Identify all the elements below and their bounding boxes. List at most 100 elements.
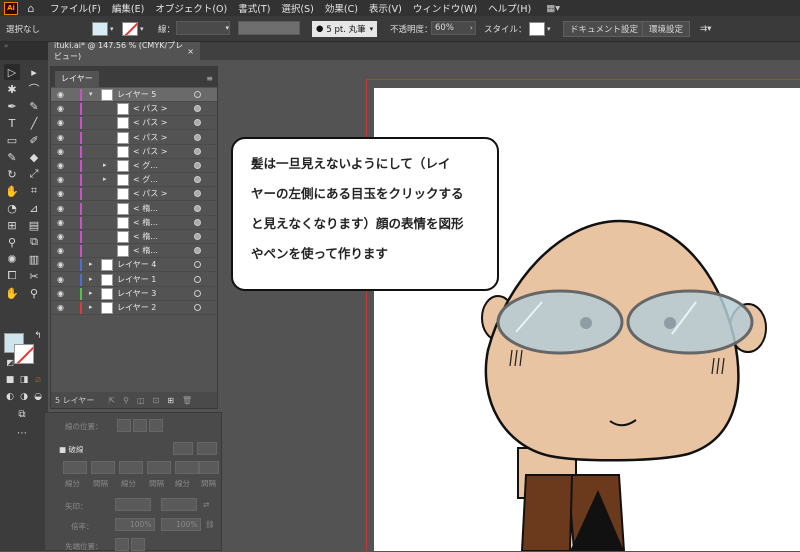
target-circle-icon[interactable] xyxy=(194,218,201,226)
layer-row[interactable]: ◉ ▸ レイヤー 2 xyxy=(51,301,217,315)
visibility-eye-icon[interactable]: ◉ xyxy=(57,90,64,99)
close-tab-icon[interactable]: × xyxy=(187,47,194,56)
target-circle-icon[interactable] xyxy=(194,162,201,169)
new-layer-icon[interactable]: ⊞ xyxy=(167,396,174,405)
direct-selection-tool-icon[interactable]: ▸ xyxy=(26,64,42,80)
gap-input-1[interactable] xyxy=(91,461,115,474)
visibility-eye-icon[interactable]: ◉ xyxy=(57,260,64,269)
swap-arrowheads-icon[interactable]: ⇄ xyxy=(203,500,209,509)
dashed-line-checkbox[interactable]: ■ 破線 xyxy=(59,444,83,455)
column-graph-tool-icon[interactable]: ▥ xyxy=(26,251,42,267)
clipping-mask-icon[interactable]: ◫ xyxy=(137,396,145,405)
layer-row[interactable]: ◉ < パス > xyxy=(51,131,217,145)
expand-arrow-icon[interactable]: ▸ xyxy=(89,289,93,297)
layer-row[interactable]: ◉ < パス > xyxy=(51,116,217,131)
tip-extend-button[interactable] xyxy=(115,538,129,551)
target-circle-icon[interactable] xyxy=(194,247,201,255)
layer-row[interactable]: ◉ ▸ < グ... xyxy=(51,159,217,173)
expand-arrow-icon[interactable]: ▸ xyxy=(103,175,107,183)
more-tools-icon[interactable]: ⋯ xyxy=(14,425,30,441)
menu-view[interactable]: 表示(V) xyxy=(369,1,402,15)
collapse-arrow-icon[interactable]: ▾ xyxy=(89,90,93,98)
gradient-tool-icon[interactable]: ▤ xyxy=(26,217,42,233)
document-setup-button[interactable]: ドキュメント設定 xyxy=(563,21,646,37)
target-circle-icon[interactable] xyxy=(194,261,201,269)
default-colors-icon[interactable]: ◩ xyxy=(2,354,18,370)
selection-tool-icon[interactable]: ▷ xyxy=(4,64,20,80)
menu-window[interactable]: ウィンドウ(W) xyxy=(413,1,477,15)
paintbrush-tool-icon[interactable]: ✐ xyxy=(26,132,42,148)
swap-fill-stroke-icon[interactable]: ↰ xyxy=(30,328,46,344)
layer-row[interactable]: ◉ < パス > xyxy=(51,187,217,202)
layer-row[interactable]: ◉ < パス > xyxy=(51,102,217,117)
start-scale-input[interactable]: 100% xyxy=(115,518,155,531)
visibility-eye-icon[interactable]: ◉ xyxy=(57,204,64,213)
shaper-tool-icon[interactable]: ✎ xyxy=(4,149,20,165)
target-circle-icon[interactable] xyxy=(194,147,201,155)
scale-tool-icon[interactable]: ⤢ xyxy=(26,166,42,182)
curvature-tool-icon[interactable]: ✎ xyxy=(26,98,42,114)
layer-row[interactable]: ◉ < 楕... xyxy=(51,244,217,259)
shape-builder-tool-icon[interactable]: ◔ xyxy=(4,200,20,216)
visibility-eye-icon[interactable]: ◉ xyxy=(57,289,64,298)
hand-tool-icon[interactable]: ✋ xyxy=(4,285,20,301)
expand-arrow-icon[interactable]: ▸ xyxy=(89,275,93,283)
target-circle-icon[interactable] xyxy=(194,91,201,98)
menu-help[interactable]: ヘルプ(H) xyxy=(488,1,531,15)
home-icon[interactable]: ⌂ xyxy=(24,2,38,15)
target-circle-icon[interactable] xyxy=(194,289,201,297)
menu-object[interactable]: オブジェクト(O) xyxy=(155,1,227,15)
document-tab[interactable]: ituki.ai* @ 147.56 % (CMYK/プレビュー) × xyxy=(48,41,200,61)
gap-input-2[interactable] xyxy=(147,461,171,474)
target-circle-icon[interactable] xyxy=(194,119,201,127)
eraser-tool-icon[interactable]: ◆ xyxy=(26,149,42,165)
rectangle-tool-icon[interactable]: ▭ xyxy=(4,132,20,148)
rotate-tool-icon[interactable]: ↻ xyxy=(4,166,20,182)
layer-row[interactable]: ◉ ▸ レイヤー 3 xyxy=(51,287,217,301)
visibility-eye-icon[interactable]: ◉ xyxy=(57,133,64,142)
tools-panel-grip[interactable]: » xyxy=(0,42,48,60)
visibility-eye-icon[interactable]: ◉ xyxy=(57,147,64,156)
zoom-tool-icon[interactable]: ⚲ xyxy=(26,285,42,301)
menu-select[interactable]: 選択(S) xyxy=(281,1,313,15)
visibility-eye-icon[interactable]: ◉ xyxy=(57,175,64,184)
perspective-grid-tool-icon[interactable]: ⊿ xyxy=(26,200,42,216)
delete-layer-icon[interactable]: 🗑 xyxy=(182,396,192,405)
visibility-eye-icon[interactable]: ◉ xyxy=(57,218,64,227)
free-transform-tool-icon[interactable]: ⌗ xyxy=(26,183,42,199)
target-circle-icon[interactable] xyxy=(194,176,201,184)
menu-edit[interactable]: 編集(E) xyxy=(112,1,144,15)
dash-option-2[interactable] xyxy=(197,442,217,455)
dash-input-3[interactable] xyxy=(175,461,199,474)
target-circle-icon[interactable] xyxy=(194,275,201,283)
layer-row[interactable]: ◉ ▸ レイヤー 1 xyxy=(51,273,217,287)
link-scale-icon[interactable]: ⛓ xyxy=(205,520,215,529)
lasso-tool-icon[interactable]: ⌒ xyxy=(26,81,42,97)
screen-mode-icon[interactable]: ⧉ xyxy=(14,406,30,422)
new-sublayer-icon[interactable]: ⊡ xyxy=(153,396,160,405)
layer-row[interactable]: ◉ ▸ レイヤー 4 xyxy=(51,258,217,273)
eyedropper-tool-icon[interactable]: ⚲ xyxy=(4,234,20,250)
mesh-tool-icon[interactable]: ⊞ xyxy=(4,217,20,233)
visibility-eye-icon[interactable]: ◉ xyxy=(57,189,64,198)
visibility-eye-icon[interactable]: ◉ xyxy=(57,161,64,170)
menu-type[interactable]: 書式(T) xyxy=(238,1,270,15)
layer-row[interactable]: ◉ < パス > xyxy=(51,145,217,159)
panel-menu-icon[interactable]: ≡ xyxy=(206,74,213,83)
dash-input-1[interactable] xyxy=(63,461,87,474)
line-tool-icon[interactable]: ╱ xyxy=(26,115,42,131)
export-icon[interactable]: ⇱ xyxy=(108,396,115,405)
visibility-eye-icon[interactable]: ◉ xyxy=(57,232,64,241)
graphic-style-swatch[interactable]: ▾ xyxy=(529,21,551,37)
expand-arrow-icon[interactable]: ▸ xyxy=(89,260,93,268)
brush-dropdown[interactable]: ● 5 pt. 丸筆 ▾ xyxy=(312,21,378,37)
gap-input-3[interactable] xyxy=(199,461,219,474)
align-center-button[interactable] xyxy=(117,419,131,432)
workspace-switcher-icon[interactable]: ▦▾ xyxy=(546,3,560,14)
type-tool-icon[interactable]: T xyxy=(4,115,20,131)
blend-tool-icon[interactable]: ⧉ xyxy=(26,234,42,250)
arrange-icon[interactable]: ⇉▾ xyxy=(700,21,711,37)
target-circle-icon[interactable] xyxy=(194,304,201,311)
visibility-eye-icon[interactable]: ◉ xyxy=(57,104,64,113)
target-circle-icon[interactable] xyxy=(194,133,201,141)
